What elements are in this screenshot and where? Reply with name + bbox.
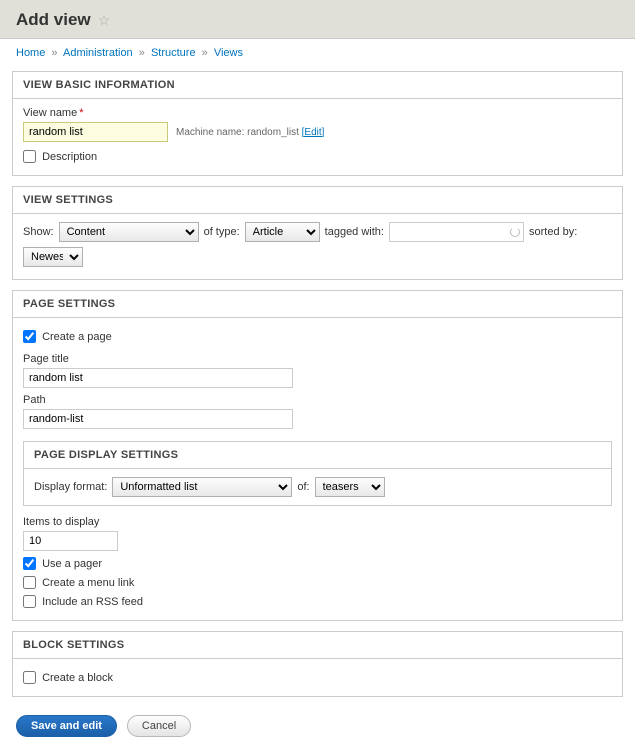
panel-block-settings: BLOCK SETTINGS Create a block xyxy=(12,631,623,697)
breadcrumb: Home » Administration » Structure » View… xyxy=(0,39,635,65)
show-select[interactable]: Content xyxy=(59,222,199,242)
machine-name-hint: Machine name: random_list [Edit] xyxy=(176,127,324,138)
path-label: Path xyxy=(23,394,612,406)
display-format-label: Display format: xyxy=(34,481,107,493)
breadcrumb-views[interactable]: Views xyxy=(214,47,243,59)
sorted-by-select[interactable]: Newest first xyxy=(23,247,83,267)
panel-header-page: PAGE SETTINGS xyxy=(13,291,622,318)
panel-header-settings: VIEW SETTINGS xyxy=(13,187,622,214)
breadcrumb-sep-icon: » xyxy=(51,47,57,59)
include-rss-checkbox[interactable] xyxy=(23,595,36,608)
show-label: Show: xyxy=(23,226,54,238)
use-pager-checkbox[interactable] xyxy=(23,557,36,570)
create-menu-link-checkbox[interactable] xyxy=(23,576,36,589)
panel-header-display: PAGE DISPLAY SETTINGS xyxy=(24,442,611,469)
breadcrumb-sep-icon: » xyxy=(139,47,145,59)
machine-name-edit-link[interactable]: [Edit] xyxy=(302,127,325,138)
panel-header-block: BLOCK SETTINGS xyxy=(13,632,622,659)
of-label: of: xyxy=(297,481,309,493)
description-label: Description xyxy=(42,151,97,163)
of-type-label: of type: xyxy=(204,226,240,238)
required-icon: * xyxy=(79,107,83,119)
view-name-label: View name* xyxy=(23,107,612,119)
create-page-checkbox[interactable] xyxy=(23,330,36,343)
use-pager-label: Use a pager xyxy=(42,558,102,570)
page-title-input[interactable] xyxy=(23,368,293,388)
tagged-with-label: tagged with: xyxy=(325,226,384,238)
page-title-label: Page title xyxy=(23,353,612,365)
display-of-select[interactable]: teasers xyxy=(315,477,385,497)
breadcrumb-structure[interactable]: Structure xyxy=(151,47,196,59)
cancel-button[interactable]: Cancel xyxy=(127,715,191,737)
create-block-checkbox[interactable] xyxy=(23,671,36,684)
button-bar: Save and edit Cancel xyxy=(0,707,635,751)
panel-page-display: PAGE DISPLAY SETTINGS Display format: Un… xyxy=(23,441,612,506)
items-to-display-input[interactable] xyxy=(23,531,118,551)
top-bar: Add view ☆ xyxy=(0,0,635,39)
favorite-star-icon[interactable]: ☆ xyxy=(98,12,111,28)
throbber-icon xyxy=(510,227,520,237)
display-format-select[interactable]: Unformatted list xyxy=(112,477,292,497)
create-block-label: Create a block xyxy=(42,672,113,684)
include-rss-label: Include an RSS feed xyxy=(42,596,143,608)
path-input[interactable] xyxy=(23,409,293,429)
breadcrumb-admin[interactable]: Administration xyxy=(63,47,133,59)
panel-page-settings: PAGE SETTINGS Create a page Page title P… xyxy=(12,290,623,621)
create-page-label: Create a page xyxy=(42,331,112,343)
save-and-edit-button[interactable]: Save and edit xyxy=(16,715,117,737)
page-title: Add view xyxy=(16,10,91,30)
create-menu-link-label: Create a menu link xyxy=(42,577,134,589)
description-checkbox[interactable] xyxy=(23,150,36,163)
panel-view-settings: VIEW SETTINGS Show: Content of type: Art… xyxy=(12,186,623,280)
panel-basic-info: VIEW BASIC INFORMATION View name* Machin… xyxy=(12,71,623,176)
items-to-display-label: Items to display xyxy=(23,516,612,528)
breadcrumb-home[interactable]: Home xyxy=(16,47,45,59)
breadcrumb-sep-icon: » xyxy=(202,47,208,59)
tagged-with-input[interactable] xyxy=(389,222,524,242)
sorted-by-label: sorted by: xyxy=(529,226,577,238)
of-type-select[interactable]: Article xyxy=(245,222,320,242)
panel-header-basic: VIEW BASIC INFORMATION xyxy=(13,72,622,99)
view-name-input[interactable] xyxy=(23,122,168,142)
